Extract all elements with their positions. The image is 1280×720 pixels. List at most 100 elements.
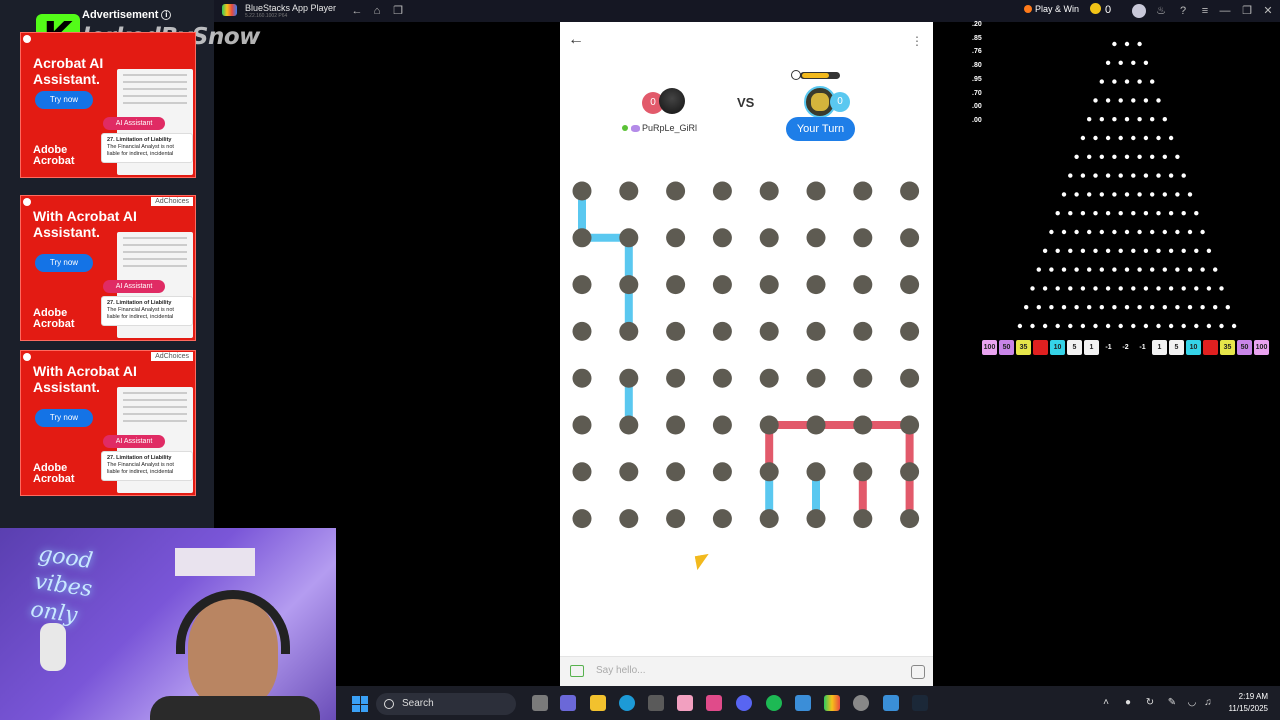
board-dot[interactable] [619, 275, 639, 295]
dots-and-boxes-board[interactable] [560, 172, 933, 552]
board-dot[interactable] [853, 228, 873, 248]
board-dot[interactable] [759, 462, 779, 482]
help-icon[interactable]: ? [1176, 4, 1190, 18]
board-dot[interactable] [853, 181, 873, 201]
board-dot[interactable] [712, 181, 732, 201]
teams-icon[interactable] [560, 695, 576, 711]
taskbar-search[interactable]: Search [376, 693, 516, 715]
more-options-icon[interactable]: ⋮ [911, 34, 923, 48]
volume-icon[interactable]: ♫ [1202, 697, 1214, 709]
tray-sync-icon[interactable]: ↻ [1144, 697, 1156, 709]
board-dot[interactable] [712, 509, 732, 529]
board-dot[interactable] [900, 368, 920, 388]
board-dot[interactable] [619, 228, 639, 248]
windows-start-icon[interactable] [352, 696, 368, 712]
tray-pen-icon[interactable]: ✎ [1166, 697, 1178, 709]
board-dot[interactable] [759, 181, 779, 201]
board-dot[interactable] [572, 415, 592, 435]
tray-overflow-icon[interactable]: ˄ [1100, 697, 1112, 709]
task-view-icon[interactable] [532, 695, 548, 711]
wifi-icon[interactable]: ◡ [1186, 697, 1198, 709]
board-dot[interactable] [666, 368, 686, 388]
board-dot[interactable] [666, 275, 686, 295]
profile-avatar-icon[interactable] [1132, 4, 1146, 18]
board-dot[interactable] [666, 321, 686, 341]
board-dot[interactable] [619, 181, 639, 201]
board-dot[interactable] [712, 462, 732, 482]
player1-avatar[interactable] [659, 88, 685, 114]
board-dot[interactable] [619, 462, 639, 482]
board-dot[interactable] [853, 462, 873, 482]
board-dot[interactable] [900, 415, 920, 435]
ad-close-icon[interactable] [23, 35, 31, 43]
coin-counter[interactable]: 0 [1090, 3, 1111, 16]
edge-icon[interactable] [619, 695, 635, 711]
system-clock[interactable]: 2:19 AM 11/15/2025 [1229, 691, 1268, 715]
info-icon[interactable]: i [161, 10, 172, 21]
board-dot[interactable] [619, 321, 639, 341]
board-dot[interactable] [666, 462, 686, 482]
board-dot[interactable] [572, 509, 592, 529]
board-dot[interactable] [900, 509, 920, 529]
board-dot[interactable] [806, 181, 826, 201]
board-dot[interactable] [853, 368, 873, 388]
board-dot[interactable] [666, 509, 686, 529]
sticker-icon[interactable] [911, 665, 925, 679]
adchoices-label[interactable]: AdChoices [151, 352, 193, 361]
board-dot[interactable] [619, 368, 639, 388]
board-dot[interactable] [712, 275, 732, 295]
minimize-icon[interactable]: — [1218, 4, 1232, 18]
app-icon[interactable] [677, 695, 693, 711]
board-dot[interactable] [712, 368, 732, 388]
board-dot[interactable] [900, 462, 920, 482]
board-dot[interactable] [806, 228, 826, 248]
try-now-button[interactable]: Try now [35, 254, 93, 272]
try-now-button[interactable]: Try now [35, 409, 93, 427]
maximize-icon[interactable]: ❐ [1240, 4, 1254, 18]
board-dot[interactable] [619, 509, 639, 529]
board-dot[interactable] [806, 275, 826, 295]
ad-card-1[interactable]: Acrobat AI Assistant. Try now AI Assista… [20, 32, 196, 178]
bluestacks-taskbar-icon[interactable] [824, 695, 840, 711]
board-dot[interactable] [572, 368, 592, 388]
try-now-button[interactable]: Try now [35, 91, 93, 109]
board-dot[interactable] [572, 228, 592, 248]
board-dot[interactable] [900, 228, 920, 248]
board-dot[interactable] [806, 509, 826, 529]
board-dot[interactable] [619, 415, 639, 435]
board-dot[interactable] [806, 462, 826, 482]
ad-close-icon[interactable] [23, 198, 31, 206]
board-dot[interactable] [759, 275, 779, 295]
board-dot[interactable] [806, 368, 826, 388]
board-dot[interactable] [759, 368, 779, 388]
board-dot[interactable] [572, 275, 592, 295]
tray-app-icon[interactable]: ● [1122, 697, 1134, 709]
board-dot[interactable] [853, 509, 873, 529]
board-dot[interactable] [900, 275, 920, 295]
board-dot[interactable] [572, 181, 592, 201]
home-icon[interactable]: ⌂ [370, 4, 384, 18]
discord-icon[interactable] [736, 695, 752, 711]
steam-icon[interactable] [912, 695, 928, 711]
file-explorer-icon[interactable] [590, 695, 606, 711]
board-dot[interactable] [806, 415, 826, 435]
chat-icon[interactable] [570, 665, 584, 677]
board-dot[interactable] [900, 181, 920, 201]
ad-card-3[interactable]: AdChoices With Acrobat AI Assistant. Try… [20, 350, 196, 496]
menu-icon[interactable]: ≡ [1198, 4, 1212, 18]
board-dot[interactable] [712, 228, 732, 248]
board-dot[interactable] [759, 321, 779, 341]
board-dot[interactable] [853, 321, 873, 341]
board-dot[interactable] [712, 415, 732, 435]
board-dot[interactable] [759, 228, 779, 248]
board-dot[interactable] [759, 509, 779, 529]
copilot-icon[interactable] [706, 695, 722, 711]
back-arrow-icon[interactable]: ← [568, 32, 584, 48]
board-dot[interactable] [572, 321, 592, 341]
board-dot[interactable] [806, 321, 826, 341]
play-win-button[interactable]: Play & Win [1024, 4, 1079, 14]
notification-bell-icon[interactable]: ♨ [1154, 4, 1168, 18]
ad-card-2[interactable]: AdChoices With Acrobat AI Assistant. Try… [20, 195, 196, 341]
chat-input[interactable]: Say hello... [596, 665, 645, 676]
adchoices-label[interactable]: AdChoices [151, 197, 193, 206]
